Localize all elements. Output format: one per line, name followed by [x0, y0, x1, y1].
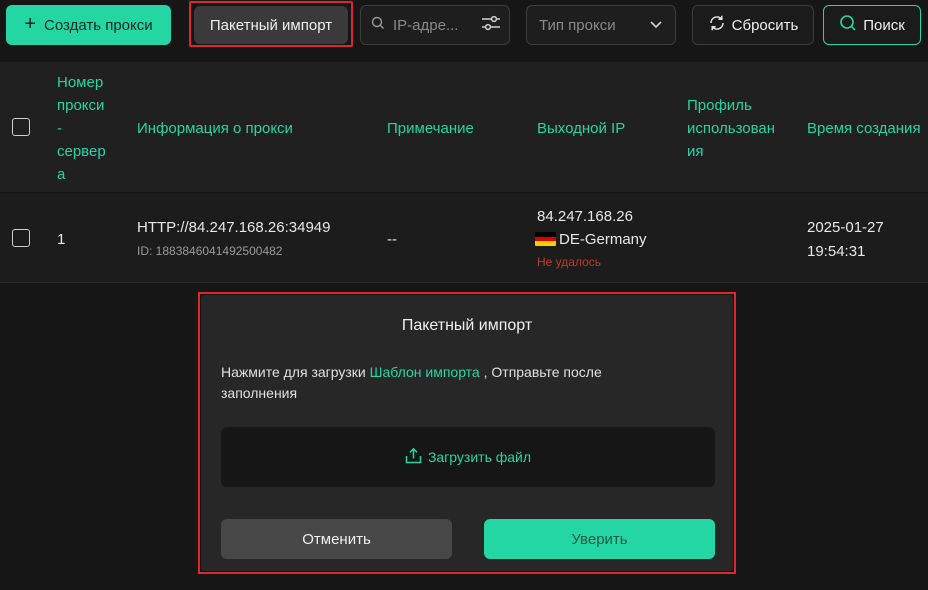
- ip-search-field[interactable]: [360, 5, 510, 45]
- table-row: 1 HTTP://84.247.168.26:34949 ID: 1883846…: [0, 193, 928, 283]
- header-line: Профиль: [687, 97, 752, 114]
- row-number: 1: [57, 231, 66, 248]
- check-status: Не удалось: [537, 255, 602, 269]
- refresh-icon: [708, 14, 726, 36]
- table-header: Номер прокси - сервер а Информация о про…: [0, 62, 928, 192]
- upload-file-area[interactable]: Загрузить файл: [221, 427, 715, 487]
- header-note: Примечание: [387, 120, 474, 137]
- confirm-label: Уверить: [571, 530, 628, 548]
- batch-import-label: Пакетный импорт: [209, 16, 333, 34]
- header-line: прокси: [57, 97, 105, 114]
- header-created-time: Время создания: [807, 120, 921, 137]
- create-proxy-label: Создать прокси: [44, 16, 153, 34]
- upload-icon: [405, 447, 422, 467]
- select-all-checkbox[interactable]: [12, 118, 30, 136]
- filter-sliders-icon[interactable]: [481, 14, 501, 37]
- reset-button[interactable]: Сбросить: [692, 5, 814, 45]
- exit-country: DE-Germany: [535, 231, 647, 248]
- proxy-id: ID: 1883846041492500482: [137, 244, 283, 258]
- search-icon: [371, 16, 385, 35]
- chevron-down-icon: [649, 17, 663, 34]
- proxy-address: HTTP://84.247.168.26:34949: [137, 219, 331, 236]
- search-icon: [839, 14, 857, 36]
- header-line: -: [57, 120, 62, 137]
- created-date: 2025-01-27: [807, 219, 884, 236]
- header-usage-profile: Профиль использован ия: [687, 94, 775, 163]
- batch-import-dialog: Пакетный импорт Нажмите для загрузки Шаб…: [201, 295, 733, 571]
- header-line: а: [57, 166, 66, 183]
- instructions-before: Нажмите для загрузки: [221, 364, 370, 380]
- dialog-title: Пакетный импорт: [401, 317, 533, 334]
- header-proxy-number: Номер прокси - сервер а: [57, 71, 106, 186]
- toolbar: + Создать прокси Пакетный импорт Тип про…: [0, 0, 928, 58]
- proxy-type-label: Тип прокси: [539, 16, 616, 34]
- cancel-label: Отменить: [302, 530, 371, 548]
- germany-flag-icon: [535, 232, 556, 246]
- created-time: 19:54:31: [807, 243, 866, 260]
- plus-icon: +: [24, 13, 37, 35]
- proxy-note: --: [387, 231, 397, 248]
- row-checkbox[interactable]: [12, 229, 30, 247]
- confirm-button[interactable]: Уверить: [484, 519, 715, 559]
- header-proxy-info: Информация о прокси: [137, 120, 293, 137]
- batch-import-button[interactable]: Пакетный импорт: [194, 6, 348, 44]
- search-button[interactable]: Поиск: [823, 5, 921, 45]
- header-line: использован: [687, 120, 776, 137]
- proxy-type-select[interactable]: Тип прокси: [526, 5, 676, 45]
- dialog-instructions: Нажмите для загрузки Шаблон импорта , От…: [221, 362, 651, 404]
- cancel-button[interactable]: Отменить: [221, 519, 452, 559]
- country-label: DE-Germany: [559, 231, 647, 248]
- header-exit-ip: Выходной IP: [537, 120, 626, 137]
- upload-file-label: Загрузить файл: [427, 449, 532, 465]
- reset-label: Сбросить: [731, 16, 799, 34]
- search-label: Поиск: [863, 16, 905, 34]
- import-template-link[interactable]: Шаблон импорта: [370, 364, 480, 380]
- header-line: сервер: [57, 143, 106, 160]
- exit-ip: 84.247.168.26: [537, 208, 633, 225]
- header-line: Номер: [57, 74, 104, 91]
- create-proxy-button[interactable]: + Создать прокси: [6, 5, 171, 45]
- header-line: ия: [687, 143, 704, 160]
- ip-search-input[interactable]: [393, 16, 473, 34]
